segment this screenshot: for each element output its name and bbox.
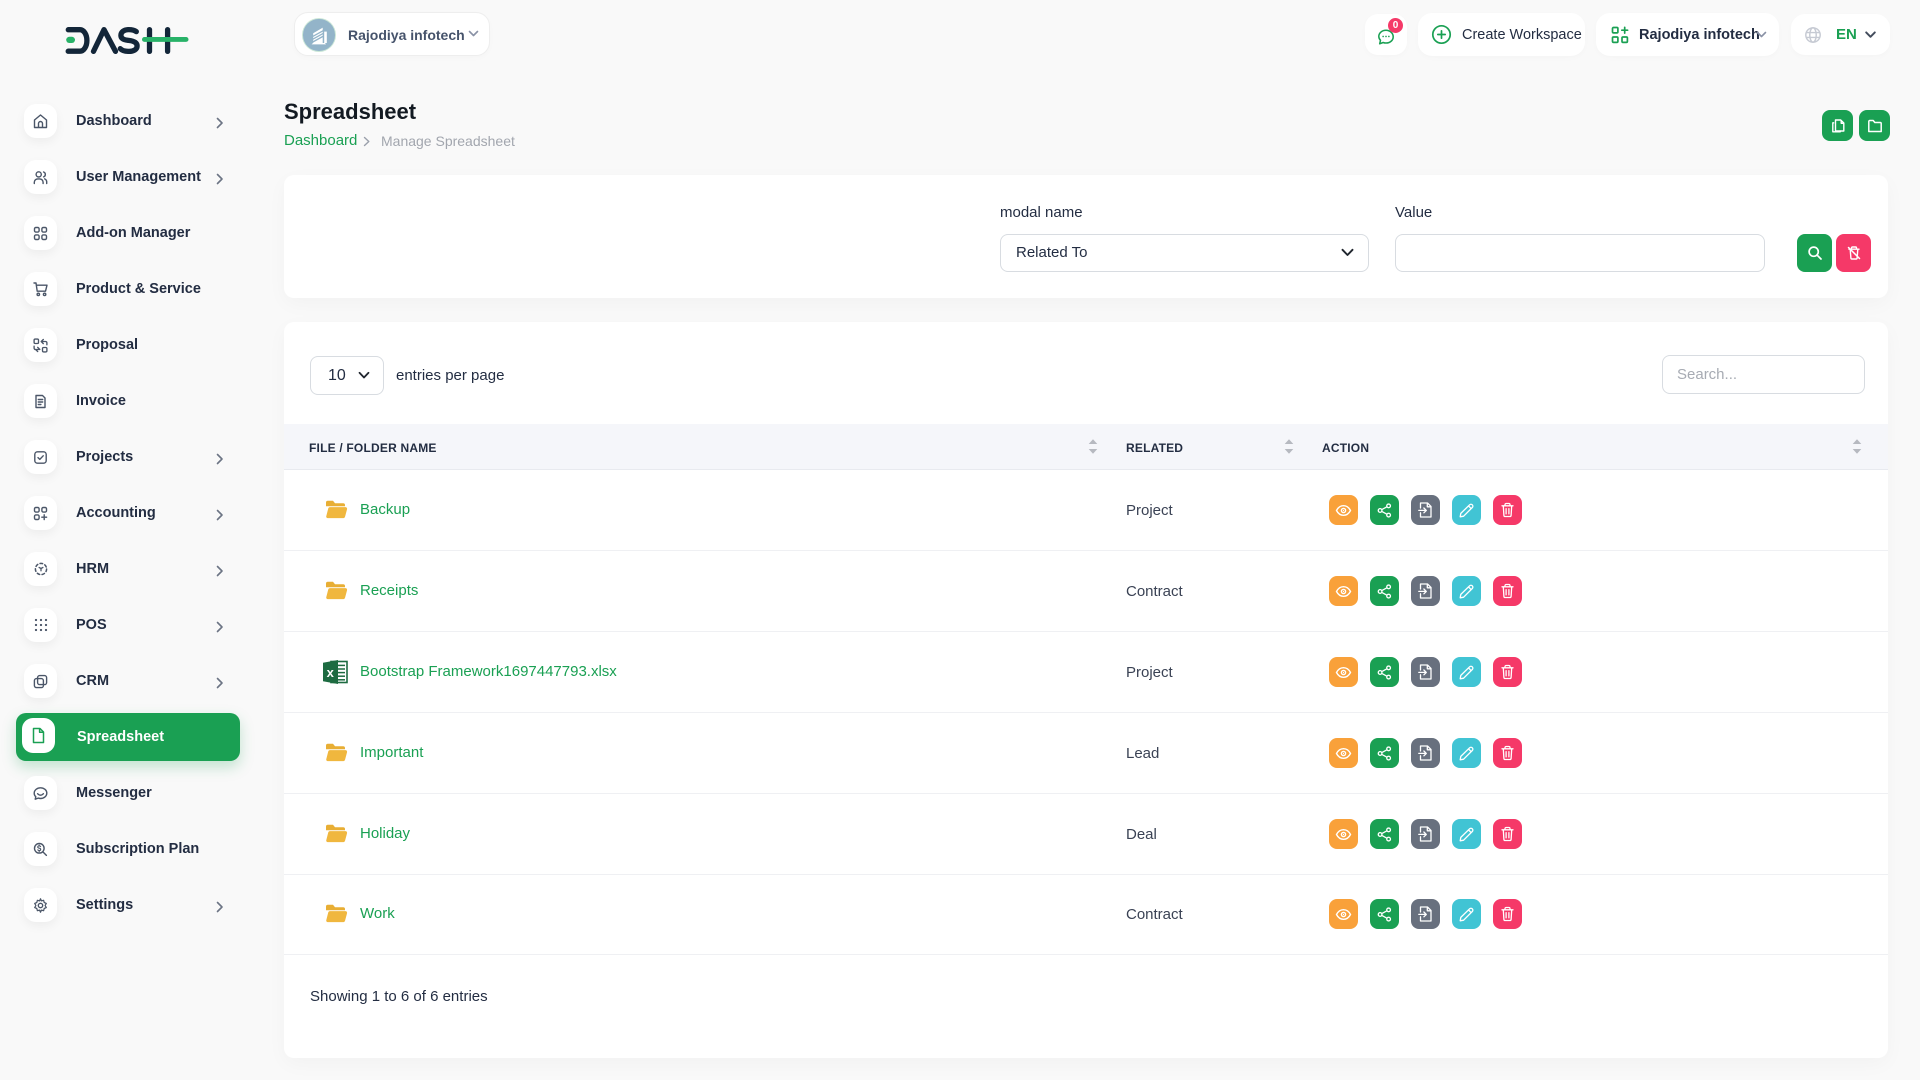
svg-text:x: x: [327, 665, 335, 680]
